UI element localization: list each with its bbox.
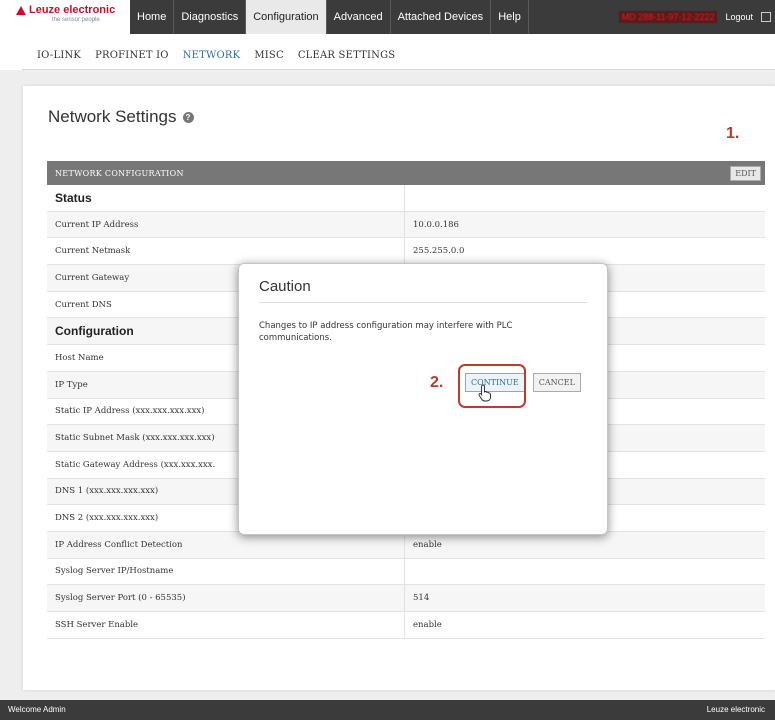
tab-diagnostics[interactable]: Diagnostics [174,0,247,34]
hand-cursor-icon [478,384,492,402]
continue-highlight-box [458,364,526,408]
logout-link[interactable]: Logout [725,12,753,22]
row-label: Syslog Server IP/Hostname [47,558,405,585]
row-label: IP Address Conflict Detection [47,531,405,558]
row-label: Current Netmask [47,238,405,265]
edit-button[interactable]: EDIT [730,165,761,181]
logo-triangle-icon [16,5,26,15]
row-value: enable [413,619,442,630]
row-value: enable [413,539,442,550]
footer-welcome: Welcome Admin [8,705,66,714]
row-label: Syslog Server Port (0 - 65535) [47,585,405,611]
section-row: Status [47,185,765,212]
table-row: Current IP Address 10.0.0.186 [47,211,765,239]
brand-logo[interactable]: Leuze electronic the sensor people [16,4,128,32]
footer-bar: Welcome Admin Leuze electronic [0,700,775,720]
row-label: SSH Server Enable [47,612,405,638]
table-header-title: NETWORK CONFIGURATION [55,168,184,178]
nav-right: MD 288-11-97-12-2222 Logout [618,0,775,34]
brand-tagline: the sensor people [52,17,100,23]
user-info: MD 288-11-97-12-2222 [618,11,718,23]
table-row: SSH Server Enable enable [47,612,765,639]
subnav-clear-settings[interactable]: CLEAR SETTINGS [298,50,396,61]
row-value: 255.255.0.0 [413,246,465,257]
table-row: IP Address Conflict Detection enable [47,531,765,559]
table-row: Syslog Server IP/Hostname [47,558,765,586]
subnav-profinet-io[interactable]: PROFINET IO [95,50,169,61]
row-value: 10.0.0.186 [413,219,459,230]
brand-name-row: Leuze electronic [16,4,128,16]
dialog-title: Caution [259,278,311,295]
help-icon[interactable]: ? [182,111,194,123]
row-value [405,185,765,211]
tab-configuration[interactable]: Configuration [246,0,327,34]
row-value: 514 [413,593,430,604]
caution-dialog: Caution Changes to IP address configurat… [238,263,608,535]
step-two-marker: 2. [430,374,444,391]
row-label: Current IP Address [47,211,405,238]
top-bar: Leuze electronic the sensor people Home … [0,0,775,34]
tab-attached-devices[interactable]: Attached Devices [391,0,492,34]
page-title-text: Network Settings [48,107,177,126]
tab-advanced[interactable]: Advanced [327,0,391,34]
subnav-misc[interactable]: MISC [254,50,284,61]
subnav-io-link[interactable]: IO-LINK [37,50,81,61]
section-label: Status [47,185,405,211]
footer-brand: Leuze electronic [706,705,765,714]
page-title: Network Settings ? [48,107,194,127]
table-row: Current Netmask 255.255.0.0 [47,238,765,266]
table-header: NETWORK CONFIGURATION EDIT [47,161,765,185]
sub-nav: IO-LINK PROFINET IO NETWORK MISC CLEAR S… [0,34,775,70]
main-nav: Home Diagnostics Configuration Advanced … [130,0,775,34]
tab-help[interactable]: Help [491,0,529,34]
table-row: Syslog Server Port (0 - 65535) 514 [47,585,765,612]
brand-name: Leuze electronic [29,4,116,16]
tab-home[interactable]: Home [130,0,175,34]
dialog-message: Changes to IP address configuration may … [259,321,513,343]
subnav-network[interactable]: NETWORK [183,50,241,61]
cancel-button[interactable]: CANCEL [532,373,581,392]
step-one-marker: 1. [726,125,740,142]
window-icon[interactable] [761,12,771,22]
row-value [405,559,765,585]
dialog-divider [259,302,587,303]
